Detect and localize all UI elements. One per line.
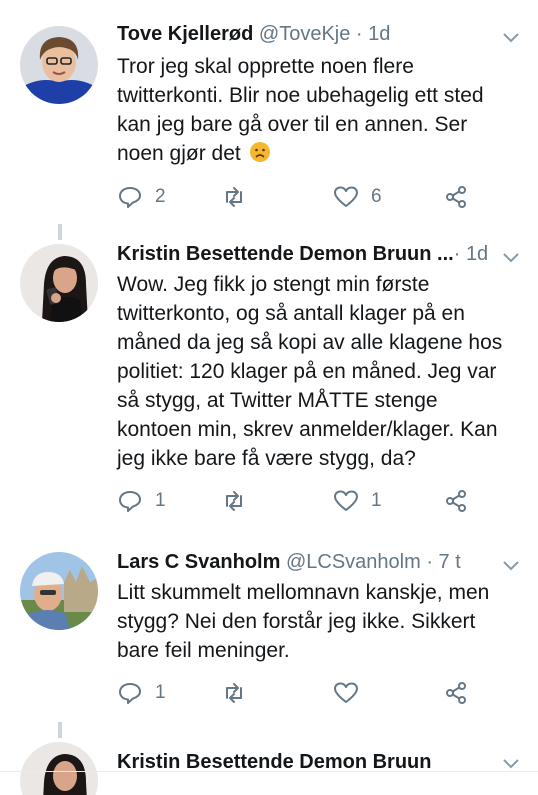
display-name[interactable]: Lars C Svanholm [117, 551, 280, 573]
separator: · [420, 551, 439, 573]
reply-icon [119, 683, 141, 704]
retweet-button[interactable] [221, 678, 259, 708]
heart-icon [334, 186, 358, 207]
display-name[interactable]: Tove Kjellerød [117, 23, 253, 45]
avatar[interactable] [20, 552, 98, 630]
heart-icon [334, 490, 358, 511]
tweet-header: Kristin Besettende Demon Bruun ...· 1d [117, 242, 498, 266]
separator: · [453, 243, 466, 265]
retweet-button[interactable] [221, 486, 259, 516]
avatar[interactable] [20, 244, 98, 322]
reply-button[interactable]: 1 [117, 486, 166, 516]
avatar[interactable] [20, 742, 98, 795]
share-button[interactable] [443, 678, 469, 708]
timestamp[interactable]: 1d [466, 243, 488, 265]
tweet-actions: 2 6 [117, 182, 477, 212]
separator: · [350, 23, 369, 45]
retweet-icon [226, 491, 242, 511]
tweet[interactable]: Kristin Besettende Demon Bruun [0, 722, 538, 795]
user-handle[interactable]: @ToveKje [259, 23, 350, 45]
reply-icon [119, 187, 141, 208]
chevron-down-icon[interactable] [500, 26, 522, 48]
tweet[interactable]: Tove Kjellerød @ToveKje · 1d Tror jeg sk… [0, 0, 538, 222]
like-button[interactable]: 6 [333, 182, 382, 212]
share-button[interactable] [443, 486, 469, 516]
timestamp[interactable]: 1d [368, 23, 390, 45]
like-count: 1 [371, 490, 382, 511]
reply-icon [119, 491, 141, 512]
disappointed-face-icon [249, 141, 271, 163]
share-button[interactable] [443, 182, 469, 212]
user-handle[interactable]: @LCSvanholm [286, 551, 421, 573]
reply-button[interactable]: 2 [117, 182, 166, 212]
reply-count: 1 [155, 682, 166, 703]
tweet[interactable]: Lars C Svanholm @LCSvanholm · 7 t Litt s… [0, 532, 538, 722]
heart-icon [334, 682, 358, 703]
chevron-down-icon[interactable] [500, 246, 522, 268]
tweet-text: Litt skummelt mellomnavn kanskje, men st… [117, 581, 490, 662]
like-button[interactable] [333, 678, 371, 708]
tweet-text: Tror jeg skal opprette noen flere twitte… [117, 55, 484, 165]
share-icon [446, 682, 466, 704]
display-name[interactable]: Kristin Besettende Demon Bruun ... [117, 243, 454, 265]
like-count: 6 [371, 186, 382, 207]
retweet-icon [226, 683, 242, 703]
chevron-down-icon[interactable] [500, 554, 522, 576]
reply-count: 1 [155, 490, 166, 511]
tweet[interactable]: Kristin Besettende Demon Bruun ...· 1d W… [0, 222, 538, 532]
like-button[interactable]: 1 [333, 486, 382, 516]
share-icon [446, 490, 466, 512]
tweet-actions: 1 [117, 678, 477, 708]
timestamp[interactable]: 7 t [439, 551, 461, 573]
avatar[interactable] [20, 26, 98, 104]
reply-button[interactable]: 1 [117, 678, 166, 708]
retweet-icon [226, 187, 242, 207]
retweet-button[interactable] [221, 182, 259, 212]
tweet-text: Wow. Jeg fikk jo stengt min første twitt… [117, 273, 503, 470]
bottom-divider [0, 771, 538, 772]
reply-count: 2 [155, 186, 166, 207]
share-icon [446, 186, 466, 208]
display-name[interactable]: Kristin Besettende Demon Bruun [117, 751, 431, 773]
tweet-header: Lars C Svanholm @LCSvanholm · 7 t [117, 550, 498, 574]
tweet-actions: 1 1 [117, 486, 477, 516]
tweet-header: Tove Kjellerød @ToveKje · 1d [117, 22, 498, 46]
